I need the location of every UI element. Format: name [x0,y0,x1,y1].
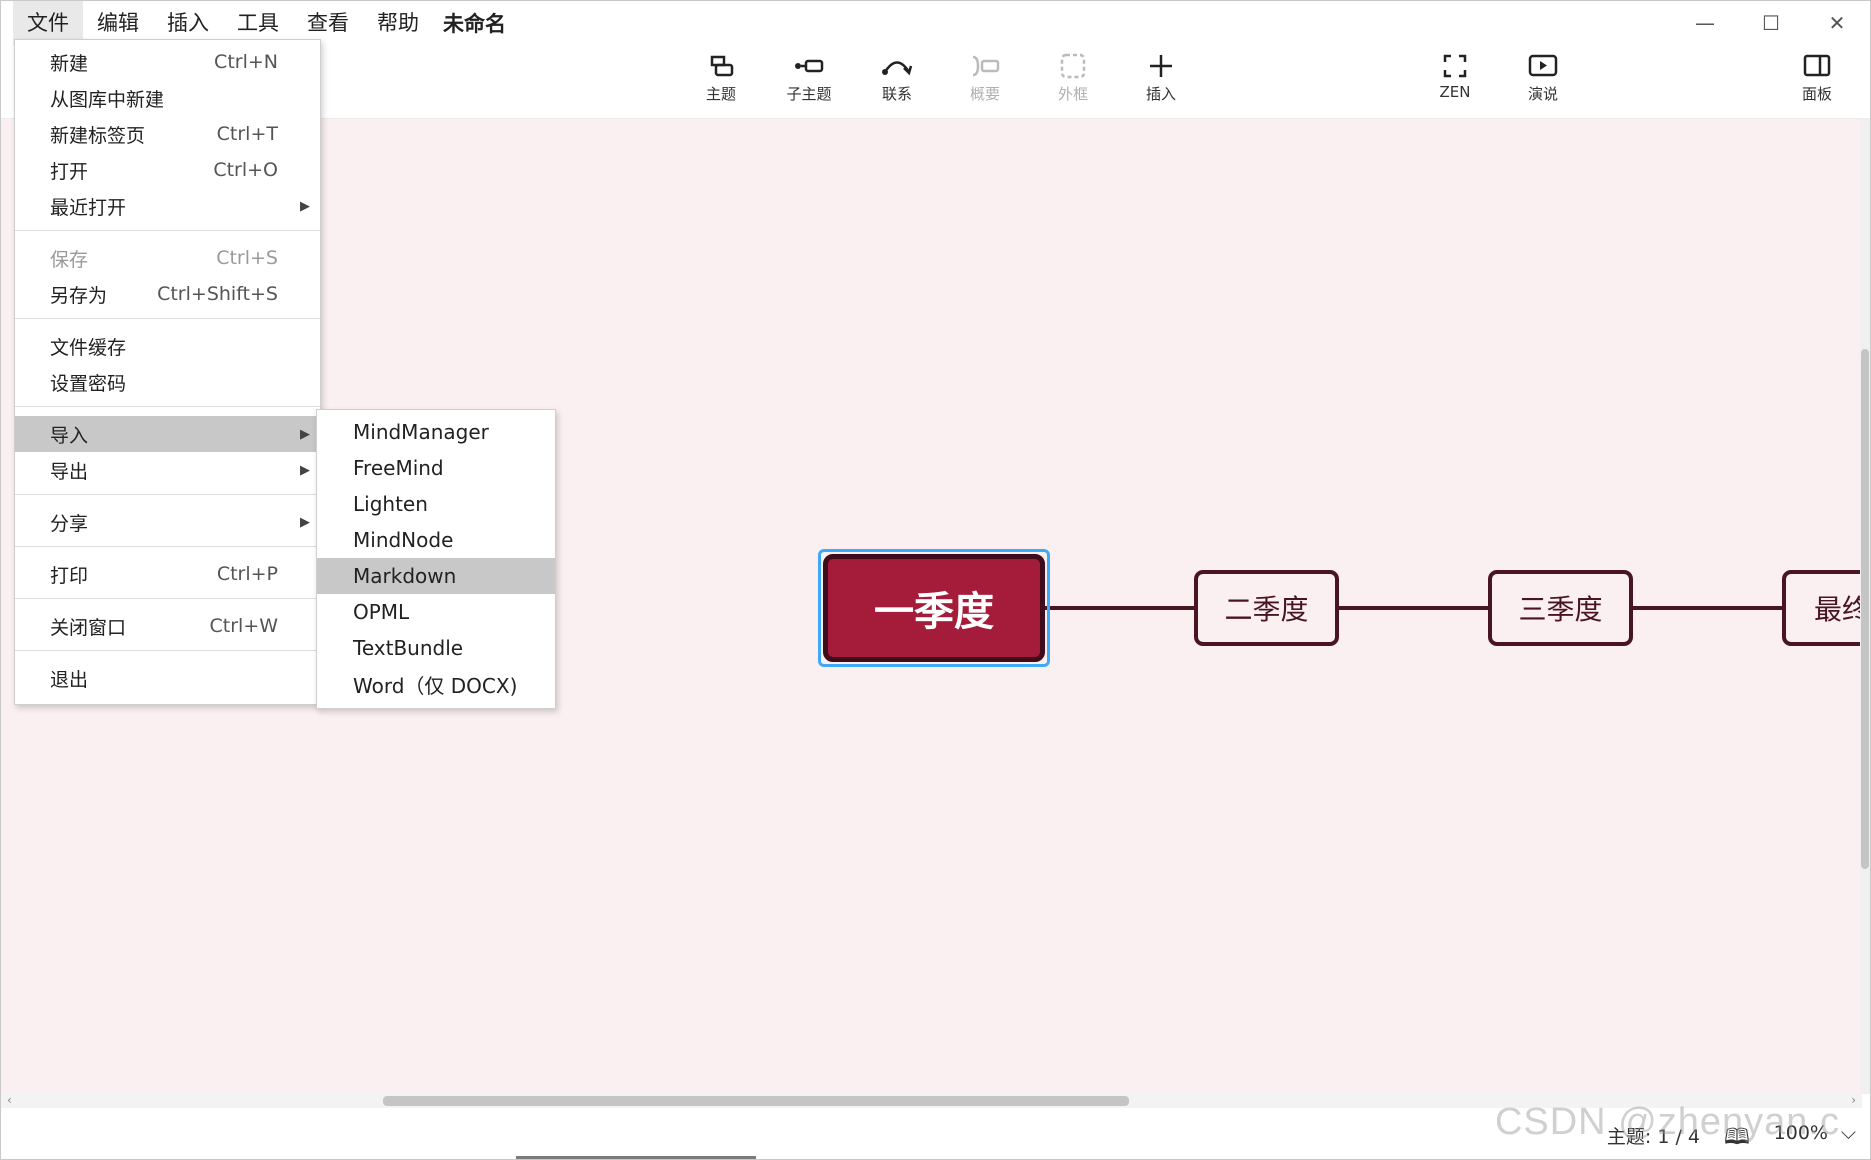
menu-separator [15,650,320,651]
topic-label: 主题 [705,85,736,103]
import-item-lighten[interactable]: Lighten [317,486,555,522]
zoom-toggle-icon[interactable]: ⌵ [1841,1120,1856,1144]
import-item-freemind[interactable]: FreeMind [317,450,555,486]
menu-item-file-cache[interactable]: 文件缓存 [15,328,320,364]
import-submenu: MindManager FreeMind Lighten MindNode Ma… [316,409,556,709]
central-topic[interactable]: 一季度 [823,554,1045,662]
fullscreen-icon [1443,54,1467,78]
panel-icon [1803,54,1831,77]
menu-item-new-from-library[interactable]: 从图库中新建 [15,80,320,116]
vertical-scrollbar[interactable] [1860,119,1870,1094]
topic-node[interactable]: 最终 [1782,570,1862,646]
submenu-arrow-icon: ▶ [300,198,310,214]
menu-item-exit[interactable]: 退出 [15,660,320,696]
connector-line [1337,606,1489,610]
document-title: 未命名 [443,12,506,36]
file-menu: 新建 Ctrl+N 从图库中新建 新建标签页 Ctrl+T 打开 Ctrl+O … [14,39,321,705]
menu-item-close-window[interactable]: 关闭窗口 Ctrl+W [15,608,320,644]
import-item-mindmanager[interactable]: MindManager [317,414,555,450]
zen-button[interactable]: ZEN [1415,51,1495,111]
vertical-scroll-thumb[interactable] [1861,349,1869,869]
zoom-level[interactable]: 100% [1774,1122,1828,1144]
status-bar: 主题: 1 / 4 🕮 100% ⌵ [1,1108,1870,1159]
menu-item-share[interactable]: 分享 ▶ [15,504,320,540]
relationship-label: 联系 [881,85,912,103]
menu-item-new[interactable]: 新建 Ctrl+N [15,44,320,80]
import-item-opml[interactable]: OPML [317,594,555,630]
menu-item-print[interactable]: 打印 Ctrl+P [15,556,320,592]
minimize-button[interactable]: — [1672,1,1738,45]
menu-item-set-password[interactable]: 设置密码 [15,364,320,400]
panel-label: 面板 [1801,85,1832,103]
scroll-right-icon[interactable]: › [1851,1093,1856,1107]
menu-item-save[interactable]: 保存 Ctrl+S [15,240,320,276]
topic-button[interactable]: 主题 [681,51,761,111]
import-item-mindnode[interactable]: MindNode [317,522,555,558]
summary-button[interactable]: 概要 [945,51,1025,111]
boundary-label: 外框 [1057,85,1088,103]
menu-help[interactable]: 帮助 [363,1,433,45]
menu-item-import[interactable]: 导入 ▶ [15,416,320,452]
topic-node[interactable]: 二季度 [1194,570,1339,646]
zen-label: ZEN [1439,83,1471,101]
present-button[interactable]: 演说 [1503,51,1583,111]
menu-separator [15,546,320,547]
menu-separator [15,318,320,319]
summary-icon [972,55,1000,77]
taskbar-accent [516,1156,756,1159]
summary-label: 概要 [969,85,1000,103]
plus-icon [1150,55,1172,77]
submenu-arrow-icon: ▶ [300,514,310,530]
relationship-button[interactable]: 联系 [857,51,937,111]
horizontal-scrollbar[interactable]: ‹ › [1,1093,1862,1108]
present-label: 演说 [1527,85,1558,103]
submenu-arrow-icon: ▶ [300,462,310,478]
menu-item-open[interactable]: 打开 Ctrl+O [15,152,320,188]
import-item-markdown[interactable]: Markdown [317,558,555,594]
menu-separator [15,406,320,407]
topic-icon [710,55,734,77]
play-icon [1528,54,1558,77]
submenu-arrow-icon: ▶ [300,426,310,442]
menu-item-save-as[interactable]: 另存为 Ctrl+Shift+S [15,276,320,312]
import-item-textbundle[interactable]: TextBundle [317,630,555,666]
boundary-button[interactable]: 外框 [1033,51,1113,111]
subtopic-label: 子主题 [786,85,832,103]
menu-item-recent[interactable]: 最近打开 ▶ [15,188,320,224]
menu-item-new-tab[interactable]: 新建标签页 Ctrl+T [15,116,320,152]
horizontal-scroll-thumb[interactable] [383,1096,1129,1106]
menu-separator [15,230,320,231]
connector-line [1045,606,1195,610]
app-window: 文件 编辑 插入 工具 查看 帮助 未命名 — ☐ ✕ 主题 子主题 联系 概要… [0,0,1871,1160]
subtopic-button[interactable]: 子主题 [769,51,849,111]
subtopic-icon [795,59,824,73]
panel-button[interactable]: 面板 [1777,51,1857,111]
insert-label: 插入 [1145,85,1176,103]
menu-separator [15,494,320,495]
menu-item-export[interactable]: 导出 ▶ [15,452,320,488]
relationship-icon [882,61,913,76]
topic-node[interactable]: 三季度 [1488,570,1633,646]
close-button[interactable]: ✕ [1804,1,1870,45]
scroll-left-icon[interactable]: ‹ [7,1093,12,1107]
topic-count: 主题: 1 / 4 [1606,1126,1700,1148]
maximize-button[interactable]: ☐ [1738,1,1804,45]
insert-button[interactable]: 插入 [1121,51,1201,111]
outline-icon[interactable]: 🕮 [1724,1120,1750,1158]
connector-line [1631,606,1783,610]
import-item-word[interactable]: Word（仅 DOCX) [317,666,555,702]
boundary-icon [1060,53,1086,79]
menu-separator [15,598,320,599]
